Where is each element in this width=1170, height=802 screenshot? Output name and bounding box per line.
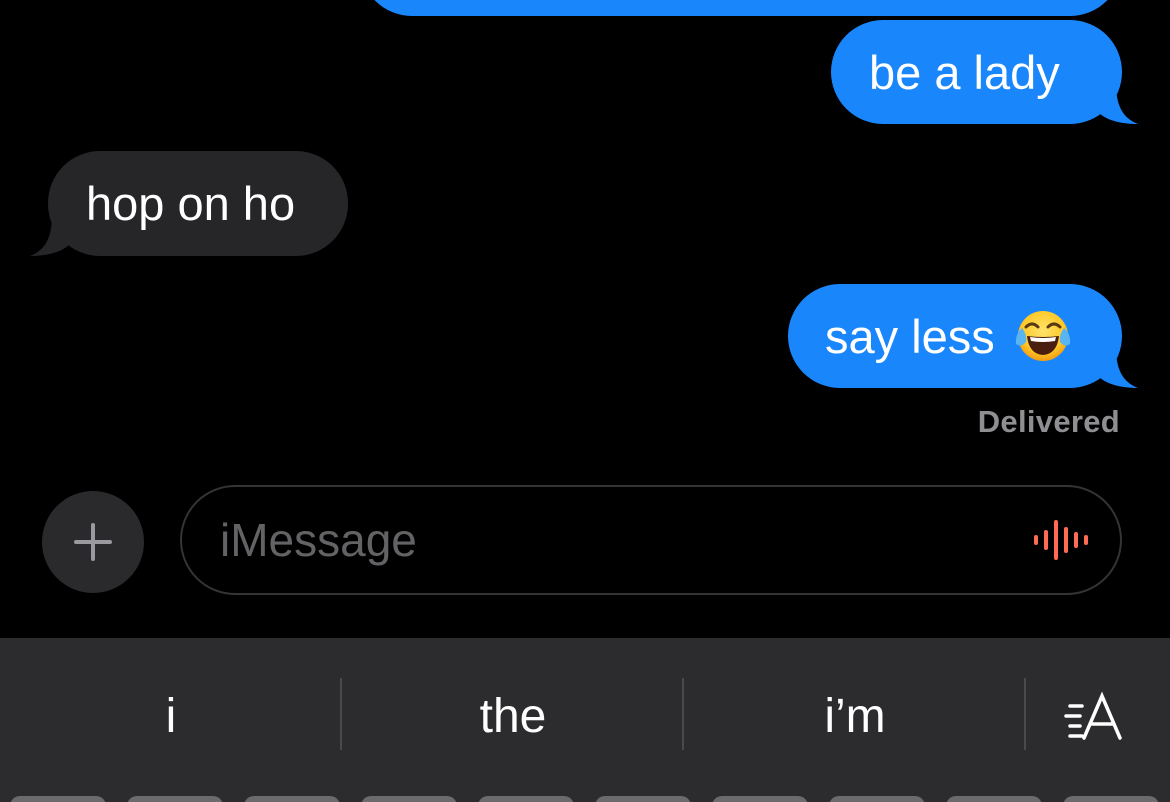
message-text: say less xyxy=(825,309,995,363)
message-input[interactable] xyxy=(220,487,1000,593)
messages-screen: be a lady hop on ho say less Delivered i… xyxy=(0,0,1170,802)
keyboard-key[interactable] xyxy=(361,796,457,802)
message-field[interactable] xyxy=(180,485,1122,595)
plus-icon xyxy=(74,523,112,561)
prediction-suggestion[interactable]: i’m xyxy=(684,676,1026,756)
message-bubble-sent[interactable]: be a lady xyxy=(831,20,1122,124)
bubble-tail xyxy=(1098,348,1138,388)
keyboard-key[interactable] xyxy=(127,796,223,802)
message-bubble-sent[interactable]: say less xyxy=(788,284,1122,388)
bubble-tail xyxy=(30,216,70,256)
bubble-tail xyxy=(1098,84,1138,124)
prediction-suggestion[interactable]: i xyxy=(0,676,342,756)
divider xyxy=(1024,678,1026,750)
keyboard-key[interactable] xyxy=(478,796,574,802)
predictive-text-bar: i the i’m xyxy=(0,638,1170,793)
message-bubble-sent-partial[interactable] xyxy=(360,0,1122,16)
keyboard: i the i’m xyxy=(0,638,1170,802)
delivery-status: Delivered xyxy=(977,404,1120,439)
prediction-suggestion[interactable]: the xyxy=(342,676,684,756)
face-with-tears-of-joy-icon xyxy=(1015,311,1070,361)
message-text: hop on ho xyxy=(86,177,296,230)
plus-button[interactable] xyxy=(42,491,144,593)
message-text: be a lady xyxy=(869,45,1060,99)
text-effects-icon[interactable] xyxy=(1050,686,1150,750)
keyboard-key[interactable] xyxy=(829,796,925,802)
audio-waveform-icon[interactable] xyxy=(1030,520,1090,560)
keyboard-key[interactable] xyxy=(10,796,106,802)
message-bubble-received[interactable]: hop on ho xyxy=(48,151,348,256)
keyboard-key[interactable] xyxy=(244,796,340,802)
keyboard-key[interactable] xyxy=(595,796,691,802)
keyboard-key[interactable] xyxy=(1063,796,1159,802)
keyboard-key[interactable] xyxy=(946,796,1042,802)
keyboard-key[interactable] xyxy=(712,796,808,802)
